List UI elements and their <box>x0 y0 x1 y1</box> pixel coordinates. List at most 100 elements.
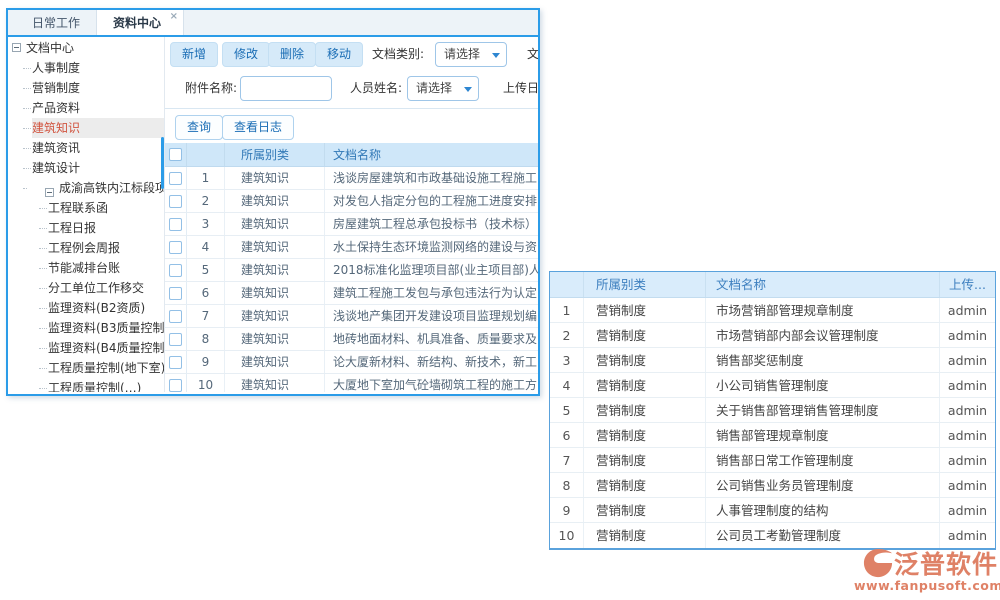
sidebar-item[interactable]: 产品资料 <box>32 98 164 118</box>
table-row[interactable]: 3建筑知识房屋建筑工程总承包投标书（技术标）... <box>165 213 538 236</box>
delete-button[interactable]: 删除 <box>268 42 316 67</box>
row-checkbox-cell <box>165 351 187 373</box>
row-category: 营销制度 <box>583 398 705 422</box>
table-row[interactable]: 7营销制度销售部日常工作管理制度admin <box>550 448 995 473</box>
header-docname-cell: 文档名称 <box>705 272 939 297</box>
row-docname: 大厦地下室加气砼墙砌筑工程的施工方... <box>325 374 538 393</box>
sidebar-scrollbar-thumb[interactable] <box>161 137 164 189</box>
table-row[interactable]: 6营销制度销售部管理规章制度admin <box>550 423 995 448</box>
header-index-cell <box>187 143 225 166</box>
header-category-cell: 所属别类 <box>225 143 325 166</box>
header-uploader-cell: 上传... <box>939 272 995 297</box>
table-row[interactable]: 3营销制度销售部奖惩制度admin <box>550 348 995 373</box>
sidebar-item[interactable]: 监理资料(B4质量控制) <box>48 338 164 358</box>
document-tree: 文档中心人事制度营销制度产品资料建筑知识建筑资讯建筑设计成渝高铁内江标段项目工程… <box>8 38 164 392</box>
sidebar-item[interactable]: 营销制度 <box>32 78 164 98</box>
doc-category-select[interactable]: 请选择 <box>435 42 507 67</box>
row-index: 7 <box>550 453 583 468</box>
table-row[interactable]: 8营销制度公司销售业务员管理制度admin <box>550 473 995 498</box>
sidebar-item[interactable]: 监理资料(B3质量控制) <box>48 318 164 338</box>
table-row[interactable]: 8建筑知识地砖地面材料、机具准备、质量要求及... <box>165 328 538 351</box>
collapse-icon[interactable] <box>12 43 21 52</box>
row-checkbox[interactable] <box>169 356 182 369</box>
sidebar-item-label: 监理资料(B4质量控制) <box>48 341 165 355</box>
sidebar-item[interactable]: 节能减排台账 <box>48 258 164 278</box>
row-checkbox-cell <box>165 328 187 350</box>
sidebar-item-label: 工程例会周报 <box>48 241 120 255</box>
table-row[interactable]: 5营销制度关于销售部管理销售管理制度admin <box>550 398 995 423</box>
sidebar-item-label: 工程质量控制(…) <box>48 381 141 392</box>
row-checkbox[interactable] <box>169 287 182 300</box>
table-row[interactable]: 1营销制度市场营销部管理规章制度admin <box>550 298 995 323</box>
sidebar-item[interactable]: 建筑资讯 <box>32 138 164 158</box>
table-row[interactable]: 4建筑知识水土保持生态环境监测网络的建设与资... <box>165 236 538 259</box>
edit-button[interactable]: 修改 <box>222 42 270 67</box>
table-row[interactable]: 2营销制度市场营销部内部会议管理制度admin <box>550 323 995 348</box>
row-checkbox[interactable] <box>169 310 182 323</box>
attachment-name-input[interactable] <box>240 76 332 101</box>
sidebar-item[interactable]: 建筑设计 <box>32 158 164 178</box>
document-tree-sidebar: 文档中心人事制度营销制度产品资料建筑知识建筑资讯建筑设计成渝高铁内江标段项目工程… <box>8 37 165 392</box>
row-checkbox[interactable] <box>169 241 182 254</box>
sidebar-item[interactable]: 监理资料(B2资质) <box>48 298 164 318</box>
sidebar-item[interactable]: 建筑知识 <box>32 118 164 138</box>
row-checkbox[interactable] <box>169 195 182 208</box>
row-index: 1 <box>187 167 225 189</box>
move-button[interactable]: 移动 <box>315 42 363 67</box>
table-row[interactable]: 1建筑知识浅谈房屋建筑和市政基础设施工程施工... <box>165 167 538 190</box>
row-docname: 房屋建筑工程总承包投标书（技术标）... <box>325 213 538 236</box>
table-row[interactable]: 9建筑知识论大厦新材料、新结构、新技术，新工... <box>165 351 538 374</box>
table-row[interactable]: 2建筑知识对发包人指定分包的工程施工进度安排... <box>165 190 538 213</box>
sidebar-item[interactable]: 成渝高铁内江标段项目 <box>32 178 164 198</box>
row-index: 3 <box>550 353 583 368</box>
row-index: 2 <box>550 328 583 343</box>
row-checkbox[interactable] <box>169 333 182 346</box>
doc-category-value: 请选择 <box>444 47 480 61</box>
sidebar-item[interactable]: 工程日报 <box>48 218 164 238</box>
row-category: 建筑知识 <box>225 167 325 189</box>
row-index: 6 <box>187 282 225 304</box>
row-checkbox[interactable] <box>169 172 182 185</box>
add-button[interactable]: 新增 <box>170 42 218 67</box>
sidebar-item[interactable]: 工程质量控制(…) <box>48 378 164 392</box>
table-row[interactable]: 6建筑知识建筑工程施工发包与承包违法行为认定... <box>165 282 538 305</box>
sidebar-item[interactable]: 文档中心 <box>8 38 164 58</box>
row-checkbox[interactable] <box>169 379 182 392</box>
select-all-checkbox[interactable] <box>169 148 182 161</box>
query-button[interactable]: 查询 <box>175 115 223 140</box>
table-row[interactable]: 5建筑知识2018标准化监理项目部(业主项目部)人员... <box>165 259 538 282</box>
row-checkbox[interactable] <box>169 218 182 231</box>
sidebar-item[interactable]: 工程例会周报 <box>48 238 164 258</box>
table-row[interactable]: 9营销制度人事管理制度的结构admin <box>550 498 995 523</box>
sidebar-item[interactable]: 工程质量控制(地下室) <box>48 358 164 378</box>
tab-data-center[interactable]: 资料中心 × <box>96 10 184 35</box>
attachment-name-label: 附件名称: <box>185 76 237 101</box>
person-name-select[interactable]: 请选择 <box>407 76 479 101</box>
row-checkbox[interactable] <box>169 264 182 277</box>
row-category: 建筑知识 <box>225 328 325 350</box>
vendor-url[interactable]: www.fanpusoft.com <box>854 578 998 593</box>
row-checkbox-cell <box>165 259 187 281</box>
row-index: 8 <box>187 328 225 350</box>
row-index: 7 <box>187 305 225 327</box>
collapse-icon[interactable] <box>45 188 54 197</box>
row-index: 8 <box>550 478 583 493</box>
table-row[interactable]: 7建筑知识浅谈地产集团开发建设项目监理规划编... <box>165 305 538 328</box>
table-row[interactable]: 4营销制度小公司销售管理制度admin <box>550 373 995 398</box>
table-row[interactable]: 10建筑知识大厦地下室加气砼墙砌筑工程的施工方... <box>165 374 538 392</box>
row-uploader: admin <box>939 423 995 447</box>
row-docname: 人事管理制度的结构 <box>705 498 939 522</box>
person-name-value: 请选择 <box>416 81 452 95</box>
sidebar-item[interactable]: 人事制度 <box>32 58 164 78</box>
sidebar-item[interactable]: 分工单位工作移交 <box>48 278 164 298</box>
view-log-button[interactable]: 查看日志 <box>222 115 294 140</box>
sidebar-item[interactable]: 工程联系函 <box>48 198 164 218</box>
row-uploader: admin <box>939 498 995 522</box>
row-category: 营销制度 <box>583 523 705 548</box>
row-docname: 论大厦新材料、新结构、新技术，新工... <box>325 351 538 374</box>
tab-daily-work[interactable]: 日常工作 <box>16 10 96 35</box>
sidebar-item-label: 工程日报 <box>48 221 96 235</box>
close-icon[interactable]: × <box>170 11 178 23</box>
row-checkbox-cell <box>165 236 187 258</box>
sidebar-item-label: 文档中心 <box>26 41 74 55</box>
